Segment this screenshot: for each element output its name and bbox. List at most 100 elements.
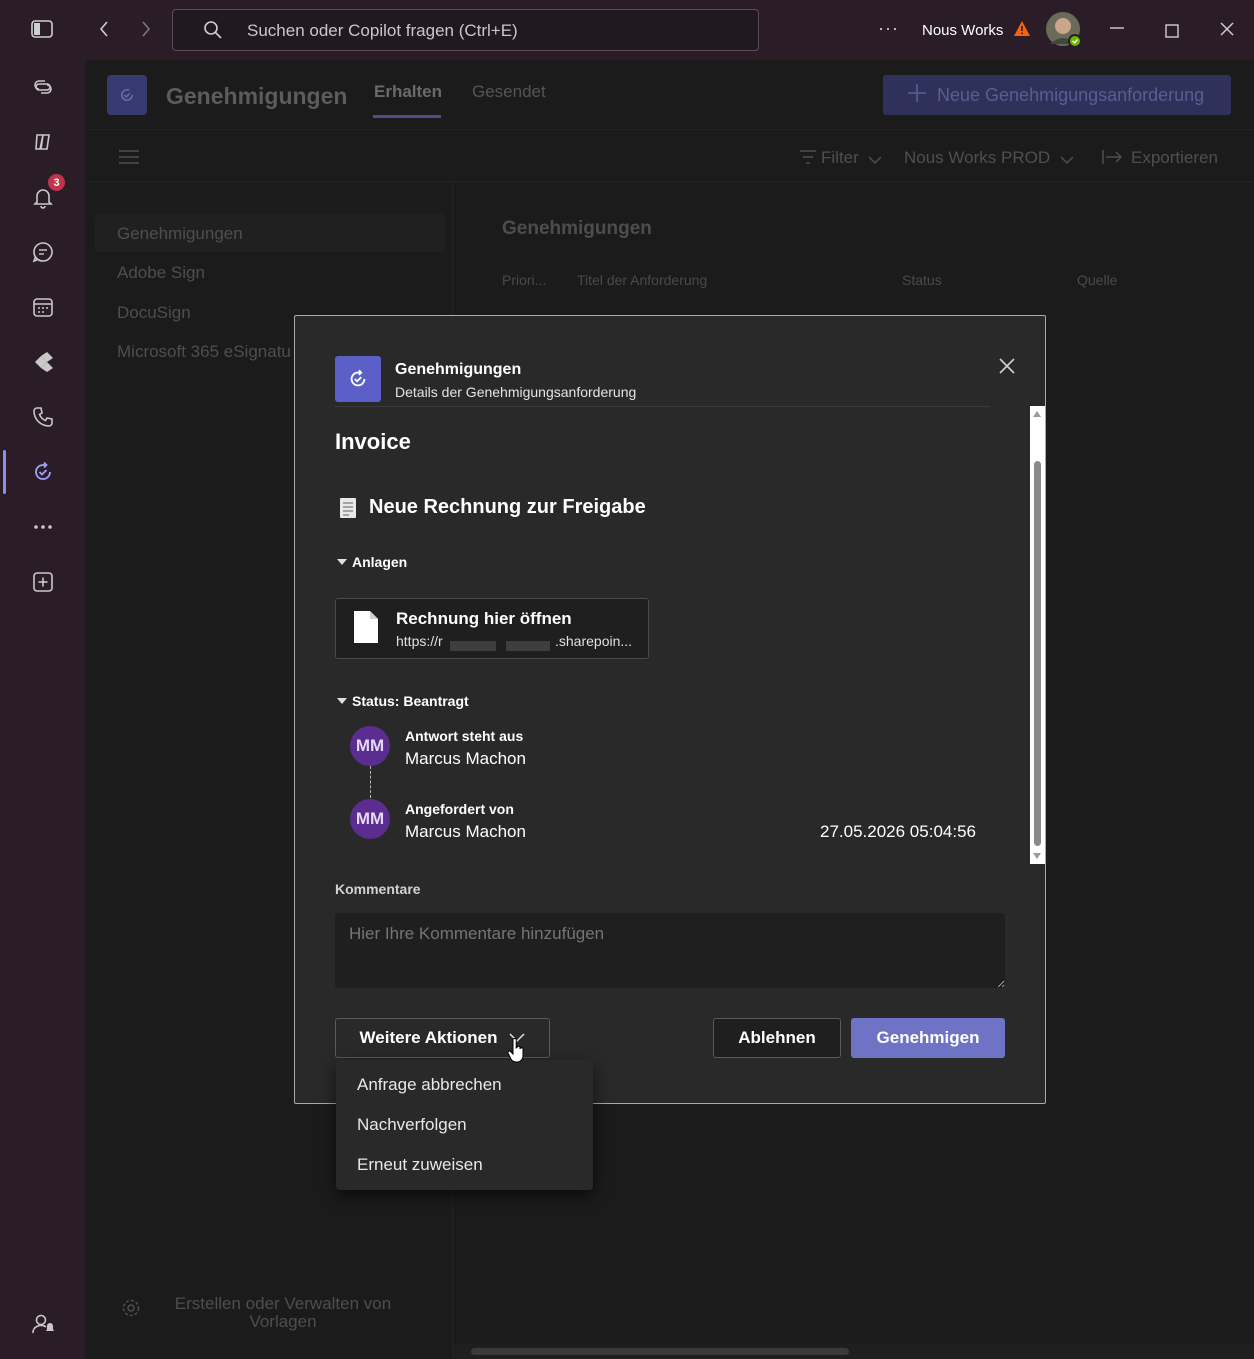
scrollbar-thumb[interactable] [471, 1348, 849, 1355]
status-toggle[interactable]: Status: Beantragt [337, 693, 469, 709]
column-header-title[interactable]: Titel der Anforderung [577, 272, 707, 288]
attachments-toggle[interactable]: Anlagen [337, 554, 407, 570]
app-header: Genehmigungen Erhalten Gesendet Neue Gen… [85, 60, 1254, 130]
search-box[interactable]: Suchen oder Copilot fragen (Ctrl+E) [172, 9, 759, 51]
chevron-down-icon [1060, 152, 1074, 170]
nav-item-m365-esignature[interactable]: Microsoft 365 eSignatu [117, 342, 291, 362]
search-icon [203, 20, 223, 45]
new-request-label: Neue Genehmigungsanforderung [937, 84, 1205, 105]
plus-icon [907, 83, 927, 108]
forward-icon[interactable] [140, 20, 152, 42]
chevron-down-icon [868, 152, 882, 170]
nav-item-adobe-sign[interactable]: Adobe Sign [117, 263, 205, 283]
requester-label: Angefordert von [405, 801, 514, 817]
warning-icon [1013, 20, 1031, 41]
minimize-icon[interactable] [1109, 19, 1125, 39]
file-icon [353, 610, 379, 649]
add-app-icon[interactable] [28, 567, 58, 597]
sidebar-toggle-icon[interactable] [31, 20, 53, 42]
filter-icon [800, 150, 816, 169]
templates-link[interactable]: Erstellen oder Verwalten von Vorlagen [165, 1295, 401, 1331]
request-timestamp: 27.05.2026 05:04:56 [820, 822, 976, 841]
scrollbar-thumb[interactable] [1034, 461, 1041, 846]
divider [335, 406, 990, 407]
more-actions-label: Weitere Aktionen [359, 1028, 498, 1047]
column-header-source[interactable]: Quelle [1077, 272, 1117, 288]
approvals-logo-icon [107, 75, 147, 115]
comments-label: Kommentare [335, 881, 421, 897]
avatar: MM [350, 726, 390, 766]
avatar[interactable] [1046, 12, 1082, 52]
reject-button[interactable]: Ablehnen [713, 1018, 841, 1058]
approvals-icon[interactable] [28, 457, 58, 487]
memo-icon [339, 497, 357, 524]
menu-item-reassign[interactable]: Erneut zuweisen [357, 1155, 483, 1175]
notifications-icon[interactable]: 3 [28, 174, 65, 212]
request-heading: Neue Rechnung zur Freigabe [369, 496, 646, 518]
collapse-triangle-icon [337, 559, 347, 565]
avatar: MM [350, 799, 390, 839]
new-request-button[interactable]: Neue Genehmigungsanforderung [883, 75, 1231, 115]
export-button[interactable]: Exportieren [1131, 148, 1218, 168]
hand-cursor-icon [507, 1037, 525, 1069]
calls-icon[interactable] [28, 402, 58, 432]
activity-icon[interactable] [28, 72, 58, 102]
attachment-url-end: .sharepoin... [555, 633, 633, 649]
attachment-url-start: https://r [396, 633, 443, 649]
search-placeholder: Suchen oder Copilot fragen (Ctrl+E) [247, 21, 518, 40]
status-label: Status: Beantragt [352, 693, 469, 709]
approve-button[interactable]: Genehmigen [851, 1018, 1005, 1058]
settings-icon[interactable] [121, 1298, 141, 1323]
column-header-priority[interactable]: Priori... [502, 272, 546, 288]
calendar-icon[interactable] [28, 292, 58, 322]
title-bar: Suchen oder Copilot fragen (Ctrl+E) ··· … [0, 0, 1254, 60]
org-name[interactable]: Nous Works [922, 21, 1003, 41]
attachments-label: Anlagen [352, 554, 408, 570]
environment-selector[interactable]: Nous Works PROD [904, 148, 1050, 168]
help-person-icon[interactable] [28, 1309, 58, 1339]
close-window-icon[interactable] [1219, 21, 1235, 41]
approver-name: Marcus Machon [405, 749, 526, 768]
comments-input[interactable] [335, 913, 1005, 988]
more-options-icon[interactable]: ··· [878, 18, 899, 38]
copilot-icon[interactable] [28, 127, 58, 157]
chat-icon[interactable] [28, 237, 58, 267]
approvals-app-icon [335, 356, 381, 402]
nav-item-docusign[interactable]: DocuSign [117, 303, 191, 323]
approver-status: Antwort steht aus [405, 728, 524, 744]
redaction [450, 641, 496, 651]
app-rail: 3 [0, 60, 85, 1359]
attachment-card[interactable]: Rechnung hier öffnen https://r .sharepoi… [335, 598, 649, 659]
menu-item-cancel-request[interactable]: Anfrage abbrechen [357, 1075, 502, 1095]
hamburger-icon[interactable] [119, 150, 139, 169]
back-icon[interactable] [98, 20, 110, 42]
more-apps-icon[interactable] [28, 512, 58, 542]
request-title: Invoice [335, 429, 411, 454]
timeline-connector [370, 766, 371, 798]
approval-details-dialog: Genehmigungen Details der Genehmigungsan… [294, 315, 1046, 1104]
filter-button[interactable]: Filter [821, 148, 859, 168]
scroll-up-arrow[interactable] [1033, 411, 1041, 417]
scroll-down-arrow[interactable] [1033, 853, 1041, 859]
horizontal-scrollbar[interactable] [453, 1344, 1254, 1359]
close-icon[interactable] [995, 354, 1019, 378]
nav-item-approvals[interactable]: Genehmigungen [117, 224, 243, 244]
dialog-subtitle: Details der Genehmigungsanforderung [395, 384, 637, 400]
menu-item-follow-up[interactable]: Nachverfolgen [357, 1115, 467, 1135]
planner-icon[interactable] [28, 347, 58, 377]
toolbar: Filter Nous Works PROD Exportieren [85, 130, 1254, 182]
active-indicator [3, 450, 6, 494]
export-icon [1102, 150, 1123, 169]
tab-received[interactable]: Erhalten [374, 82, 442, 102]
notification-badge: 3 [48, 174, 65, 191]
more-actions-menu: Anfrage abbrechen Nachverfolgen Erneut z… [336, 1060, 593, 1190]
tab-underline [373, 115, 441, 118]
redaction [506, 641, 550, 651]
dialog-scrollbar[interactable] [1030, 406, 1045, 864]
dialog-app-name: Genehmigungen [395, 361, 522, 378]
app-title: Genehmigungen [166, 83, 348, 109]
attachment-title: Rechnung hier öffnen [396, 609, 572, 628]
column-header-status[interactable]: Status [902, 272, 942, 288]
maximize-icon[interactable] [1165, 22, 1179, 42]
tab-sent[interactable]: Gesendet [472, 82, 546, 102]
